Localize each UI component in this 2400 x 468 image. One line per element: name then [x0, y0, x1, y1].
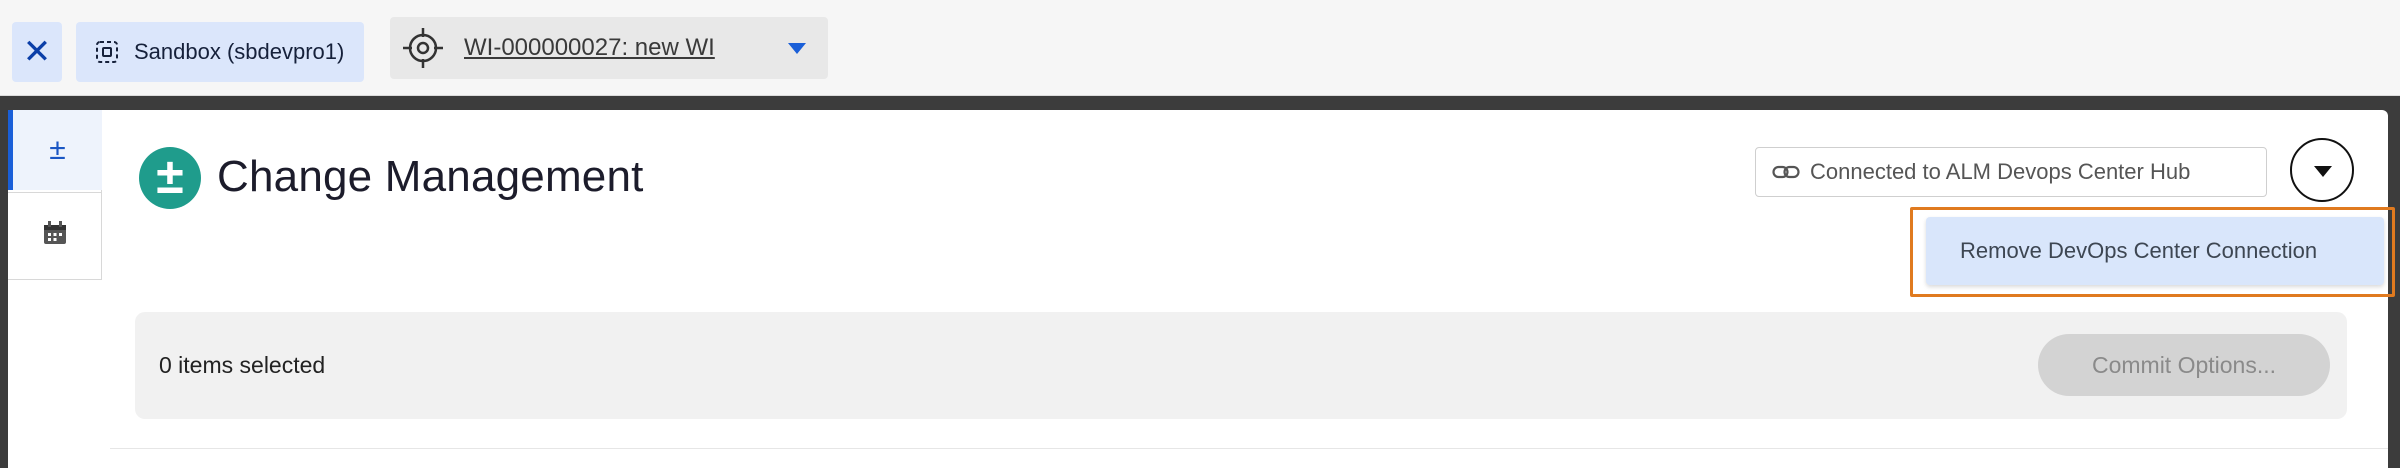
calendar-icon	[44, 220, 66, 244]
top-bar: ✕ Sandbox (sbdevpro1) WI-000000027: new …	[0, 0, 2400, 96]
plus-minus-icon: ±	[156, 148, 184, 204]
sandbox-icon	[96, 41, 118, 63]
target-icon	[403, 28, 443, 68]
close-icon: ✕	[22, 33, 52, 71]
connection-badge: Connected to ALM Devops Center Hub	[1755, 147, 2267, 197]
selected-count: 0 items selected	[159, 352, 326, 378]
sandbox-selector[interactable]: Sandbox (sbdevpro1)	[76, 22, 364, 82]
rail-item-changes[interactable]: ±	[8, 110, 102, 190]
divider	[110, 448, 2388, 449]
actions-menu-button[interactable]	[2290, 138, 2354, 202]
rail-item-calendar[interactable]	[8, 192, 102, 272]
page-title: Change Management	[217, 152, 644, 201]
content-frame: ± ± Change Management Connected to ALM D…	[0, 96, 2400, 468]
connection-label: Connected to ALM Devops Center Hub	[1810, 159, 2191, 184]
left-rail: ±	[8, 110, 102, 280]
commit-options-button[interactable]: Commit Options...	[2038, 334, 2330, 396]
sandbox-label: Sandbox (sbdevpro1)	[134, 39, 345, 64]
selection-bar: 0 items selected Commit Options...	[135, 312, 2347, 419]
chevron-down-icon[interactable]	[788, 43, 806, 54]
work-item-selector[interactable]: WI-000000027: new WI	[390, 17, 828, 79]
change-management-panel: ± ± Change Management Connected to ALM D…	[8, 110, 2395, 468]
plus-minus-icon: ±	[49, 133, 66, 166]
link-icon	[1772, 165, 1800, 179]
remove-connection-menu-item[interactable]: Remove DevOps Center Connection	[1926, 217, 2384, 285]
app-icon: ±	[139, 147, 201, 209]
close-button[interactable]: ✕	[12, 22, 62, 82]
work-item-label: WI-000000027: new WI	[464, 34, 715, 61]
caret-down-icon	[2314, 166, 2332, 177]
